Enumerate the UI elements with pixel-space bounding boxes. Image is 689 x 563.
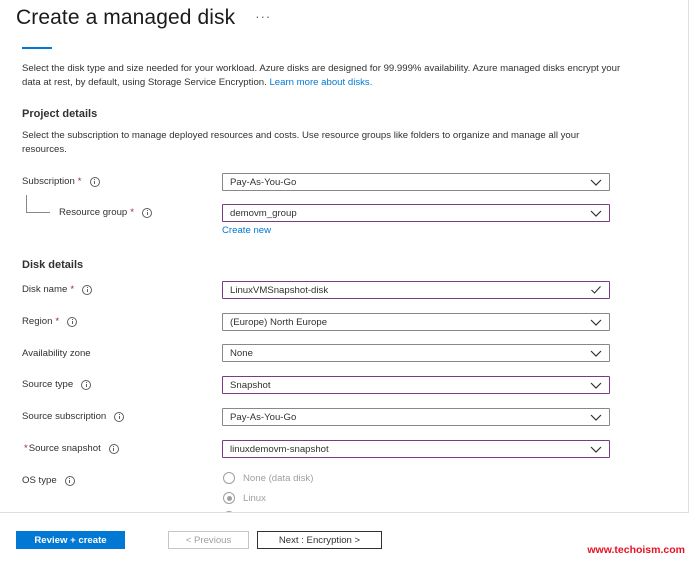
subscription-dropdown[interactable]: Pay-As-You-Go	[222, 173, 610, 191]
disk-name-value: LinuxVMSnapshot-disk	[230, 284, 329, 296]
resource-group-dropdown[interactable]: demovm_group	[222, 204, 610, 222]
info-icon[interactable]	[64, 475, 75, 486]
availability-zone-dropdown[interactable]: None	[222, 344, 610, 362]
chevron-down-icon	[590, 210, 602, 217]
source-snapshot-label: * Source snapshot	[24, 443, 119, 454]
required-marker: *	[77, 176, 82, 187]
tree-connector-horizontal	[26, 212, 50, 213]
chevron-down-icon	[590, 319, 602, 326]
footer-bar: Review + create < Previous Next : Encryp…	[0, 512, 689, 563]
info-icon[interactable]	[81, 379, 92, 390]
source-type-dropdown[interactable]: Snapshot	[222, 376, 610, 394]
info-icon[interactable]	[142, 207, 152, 218]
os-type-label-text: OS type	[22, 475, 57, 486]
more-options-icon[interactable]: ···	[255, 9, 271, 24]
chevron-down-icon	[590, 179, 602, 186]
previous-button[interactable]: < Previous	[168, 531, 249, 549]
source-type-value: Snapshot	[230, 379, 271, 391]
source-type-label-text: Source type	[22, 379, 74, 390]
availability-zone-value: None	[230, 347, 253, 359]
resource-group-label-text: Resource group	[59, 207, 128, 218]
resource-group-value: demovm_group	[230, 207, 297, 219]
os-type-option-none[interactable]: None (data disk)	[223, 472, 313, 484]
os-type-label: OS type	[22, 475, 75, 486]
required-marker: *	[55, 316, 60, 327]
title-row: Create a managed disk ···	[16, 6, 271, 30]
source-snapshot-dropdown[interactable]: linuxdemovm-snapshot	[222, 440, 610, 458]
chevron-down-icon	[590, 382, 602, 389]
source-snapshot-label-text: Source snapshot	[28, 443, 101, 454]
intro-text: Select the disk type and size needed for…	[22, 62, 622, 90]
chevron-down-icon	[590, 414, 602, 421]
subscription-label-text: Subscription	[22, 176, 75, 187]
source-type-label: Source type	[22, 379, 92, 390]
source-subscription-label-text: Source subscription	[22, 411, 107, 422]
region-label-text: Region	[22, 316, 53, 327]
chevron-down-icon	[590, 350, 602, 357]
subscription-label: Subscription *	[22, 176, 100, 187]
os-type-option-label: None (data disk)	[243, 472, 314, 484]
info-icon[interactable]	[67, 316, 78, 327]
project-description: Select the subscription to manage deploy…	[22, 130, 580, 155]
checkmark-icon	[591, 286, 601, 294]
page-title: Create a managed disk	[16, 6, 236, 29]
source-subscription-dropdown[interactable]: Pay-As-You-Go	[222, 408, 610, 426]
region-dropdown[interactable]: (Europe) North Europe	[222, 313, 610, 331]
required-marker: *	[24, 443, 28, 454]
radio-button-selected[interactable]	[223, 492, 235, 504]
required-marker: *	[70, 284, 75, 295]
availability-zone-label-text: Availability zone	[22, 348, 91, 359]
region-label: Region *	[22, 316, 78, 327]
disk-name-label: Disk name *	[22, 284, 93, 295]
review-create-button[interactable]: Review + create	[16, 531, 125, 549]
subscription-value: Pay-As-You-Go	[230, 176, 297, 188]
watermark-text: www.techoism.com	[587, 544, 685, 556]
info-icon[interactable]	[89, 176, 100, 187]
required-marker: *	[130, 207, 134, 218]
source-subscription-label: Source subscription	[22, 411, 125, 422]
disk-name-input[interactable]: LinuxVMSnapshot-disk	[222, 281, 610, 299]
source-snapshot-value: linuxdemovm-snapshot	[230, 443, 329, 455]
info-icon[interactable]	[108, 443, 119, 454]
tab-indicator	[22, 47, 52, 49]
learn-more-link[interactable]: Learn more about disks.	[269, 77, 372, 88]
info-icon[interactable]	[82, 284, 93, 295]
info-icon[interactable]	[114, 411, 125, 422]
radio-button[interactable]	[223, 472, 235, 484]
resource-group-label: Resource group *	[59, 207, 152, 218]
source-subscription-value: Pay-As-You-Go	[230, 411, 297, 423]
region-value: (Europe) North Europe	[230, 316, 328, 328]
tree-connector-vertical	[26, 195, 27, 212]
availability-zone-label: Availability zone	[22, 348, 91, 359]
os-type-option-label: Linux	[243, 492, 266, 504]
next-encryption-button[interactable]: Next : Encryption >	[257, 531, 382, 549]
project-details-heading: Project details	[22, 108, 98, 120]
create-new-link[interactable]: Create new	[222, 225, 271, 236]
os-type-option-linux[interactable]: Linux	[223, 492, 266, 504]
chevron-down-icon	[590, 446, 602, 453]
create-managed-disk-page: Create a managed disk ··· Select the dis…	[0, 0, 689, 563]
disk-name-label-text: Disk name	[22, 284, 68, 295]
disk-details-heading: Disk details	[22, 259, 84, 271]
